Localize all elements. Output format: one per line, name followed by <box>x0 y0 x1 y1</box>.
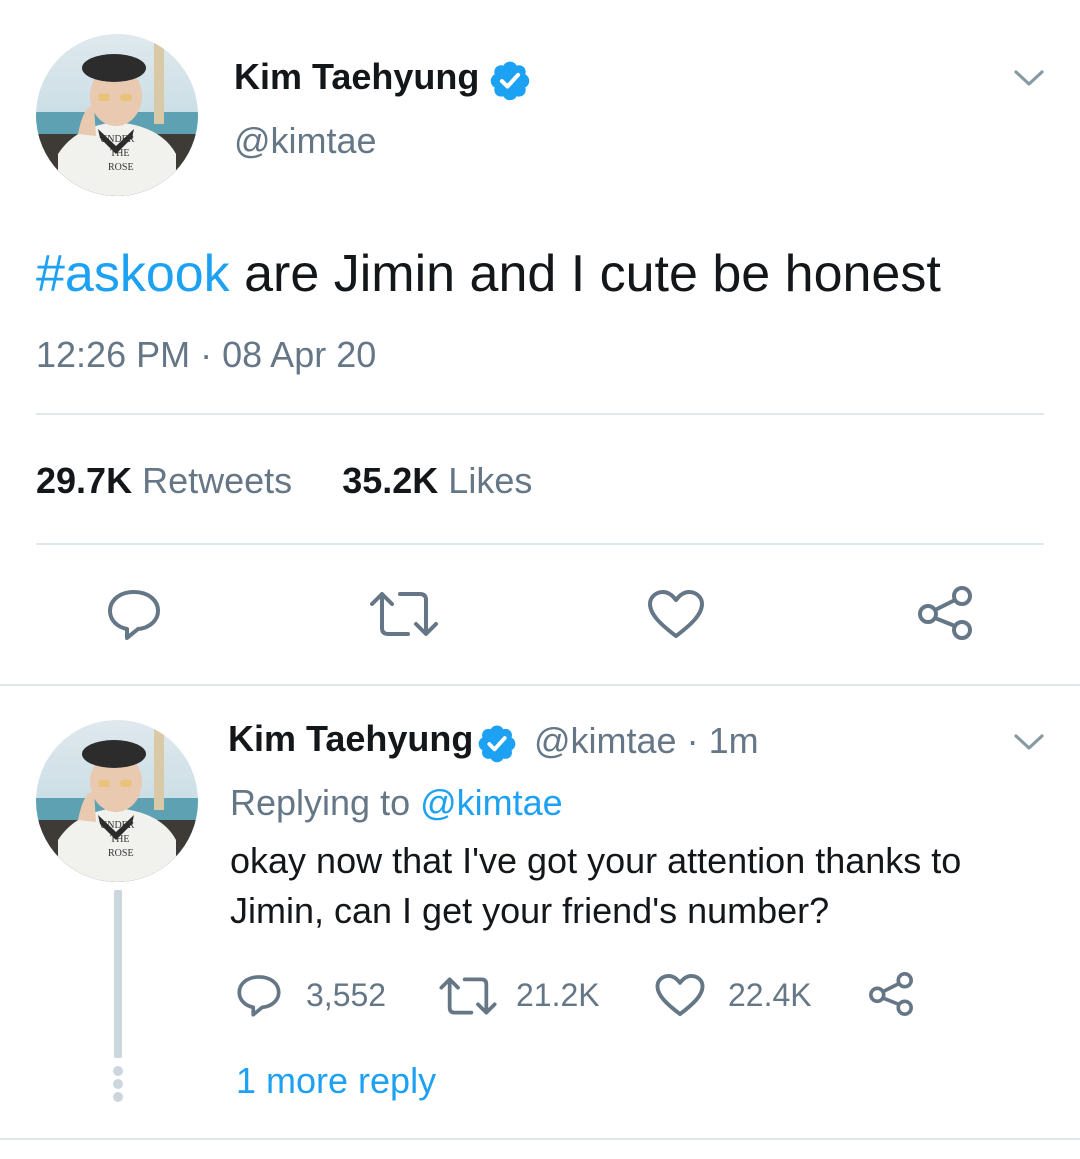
tweet-time: 12:26 PM <box>36 334 191 375</box>
main-handle[interactable]: @kimtae <box>234 120 377 162</box>
chevron-down-icon[interactable] <box>1012 728 1046 756</box>
retweet-icon[interactable] <box>438 974 498 1018</box>
reply-avatar[interactable]: UNDER THE ROSE <box>36 720 198 882</box>
thread-dots <box>112 1066 124 1102</box>
avatar-shirt-text-2: THE <box>110 148 129 159</box>
reply-icon[interactable] <box>234 972 284 1018</box>
share-icon[interactable] <box>866 970 916 1018</box>
main-avatar[interactable]: UNDER THE ROSE <box>36 34 198 196</box>
avatar-shirt-text-3: ROSE <box>108 162 134 173</box>
avatar-shirt-text-2: THE <box>110 834 129 845</box>
reply-tweet-text: okay now that I've got your attention th… <box>230 836 961 936</box>
bottom-divider <box>0 1138 1080 1140</box>
likes-count: 35.2K <box>342 460 439 501</box>
chevron-down-icon[interactable] <box>1012 64 1046 92</box>
retweets-label: Retweets <box>142 460 293 501</box>
replying-to: Replying to @kimtae <box>230 782 563 824</box>
hashtag-link[interactable]: #askook <box>36 245 230 303</box>
avatar-shirt-text-1: UNDER <box>100 820 135 831</box>
avatar-shirt-text-1: UNDER <box>100 134 135 145</box>
divider <box>36 543 1044 545</box>
reply-handle-time[interactable]: @kimtae · 1m <box>534 720 759 762</box>
like-icon[interactable] <box>654 972 706 1018</box>
retweets-count: 29.7K <box>36 460 133 501</box>
replying-to-label: Replying to <box>230 782 421 823</box>
thread-line <box>114 890 122 1058</box>
share-icon[interactable] <box>914 584 976 642</box>
likes-stat[interactable]: 35.2K Likes <box>342 460 532 501</box>
tweet-date: 08 Apr 20 <box>222 334 377 375</box>
reply-display-name[interactable]: Kim Taehyung <box>228 718 473 759</box>
likes-label: Likes <box>448 460 533 501</box>
engagement-stats: 29.7K Retweets 35.2K Likes <box>36 460 532 502</box>
retweets-stat[interactable]: 29.7K Retweets <box>36 460 302 501</box>
retweet-icon[interactable] <box>368 588 440 640</box>
replying-to-handle[interactable]: @kimtae <box>420 782 563 823</box>
verified-badge-icon <box>476 722 518 764</box>
like-icon[interactable] <box>646 588 706 640</box>
verified-badge-icon <box>488 58 532 102</box>
reply-count: 3,552 <box>306 977 387 1013</box>
main-tweet-text: #askook are Jimin and I cute be honest <box>36 244 941 304</box>
reply-icon[interactable] <box>104 586 164 642</box>
reply-header: Kim Taehyung <box>228 718 473 760</box>
timestamp-separator: · <box>200 334 213 375</box>
more-replies-link[interactable]: 1 more reply <box>236 1060 436 1102</box>
divider <box>36 413 1044 415</box>
main-tweet-body: are Jimin and I cute be honest <box>229 245 941 303</box>
retweet-count: 21.2K <box>516 977 600 1013</box>
section-divider <box>0 684 1080 686</box>
main-timestamp[interactable]: 12:26 PM · 08 Apr 20 <box>36 334 376 376</box>
like-count: 22.4K <box>728 977 812 1013</box>
reply-text-line-2: Jimin, can I get your friend's number? <box>230 890 830 931</box>
reply-text-line-1: okay now that I've got your attention th… <box>230 840 962 881</box>
main-display-name[interactable]: Kim Taehyung <box>234 56 479 98</box>
avatar-shirt-text-3: ROSE <box>108 848 134 859</box>
